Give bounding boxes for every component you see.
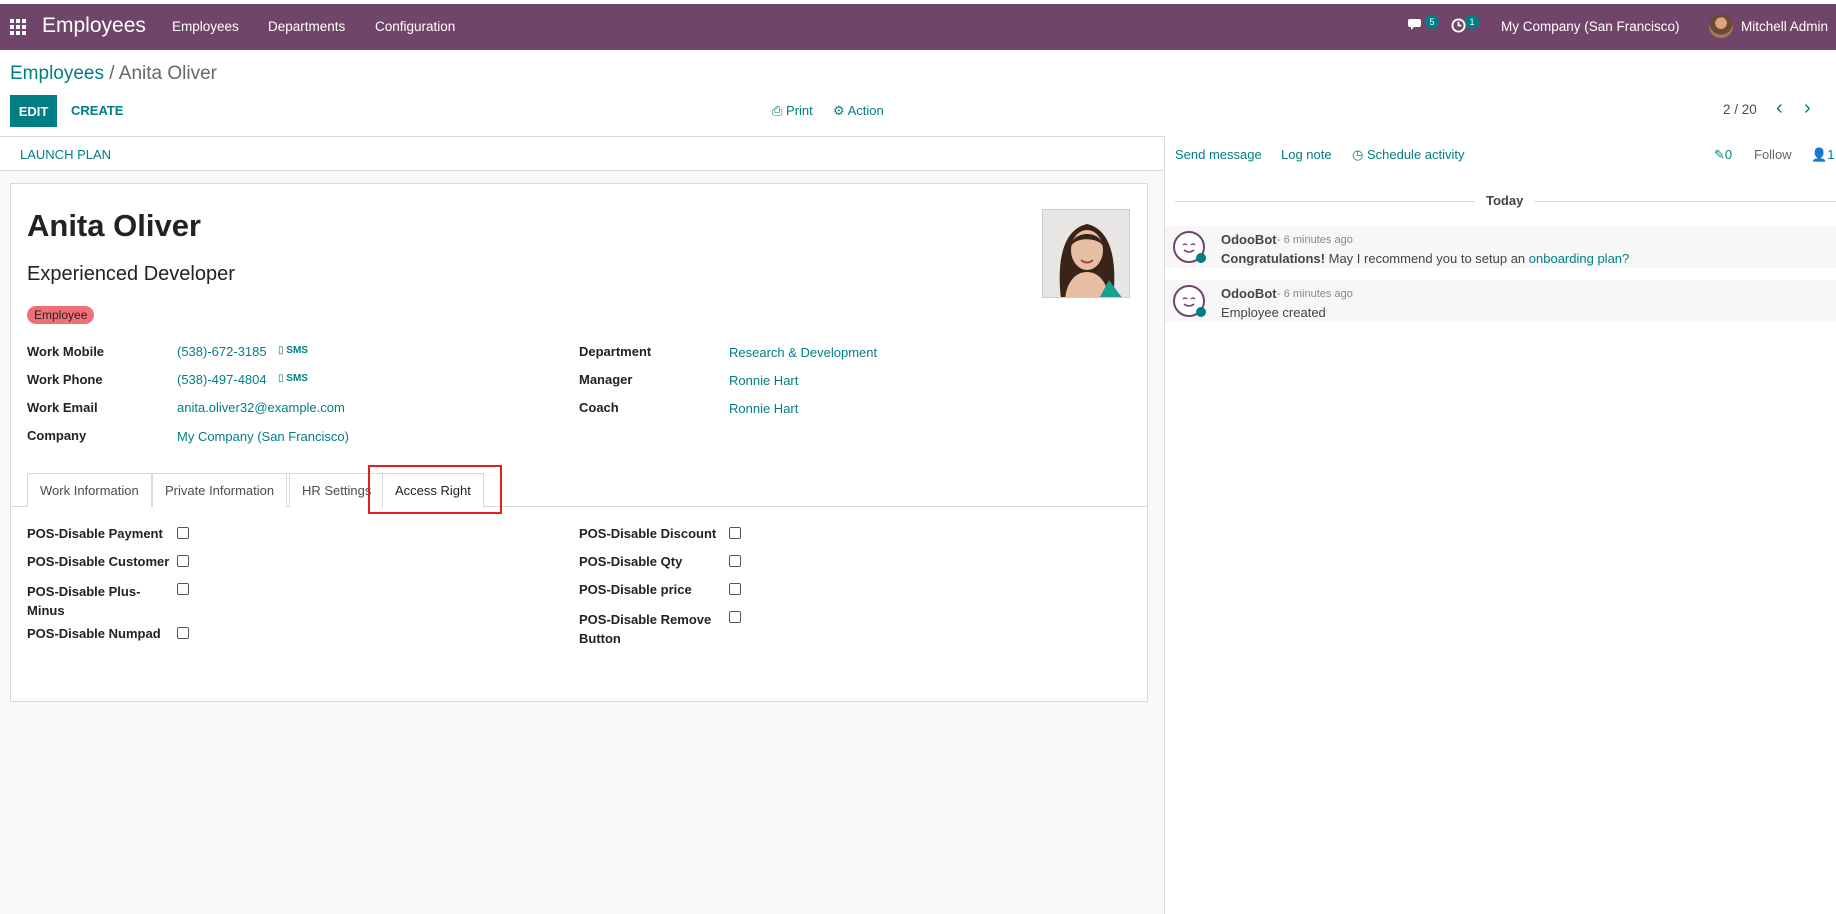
pos-disable-payment-checkbox[interactable] [177, 527, 189, 539]
pos-disable-numpad-checkbox[interactable] [177, 627, 189, 639]
sms-label: SMS [286, 373, 308, 384]
work-phone-value[interactable]: (538)-497-4804 [177, 372, 267, 387]
day-separator-label: Today [1486, 193, 1524, 208]
pos-disable-qty-checkbox[interactable] [729, 555, 741, 567]
gear-icon: ⚙ [833, 103, 845, 118]
user-avatar[interactable] [1709, 14, 1733, 38]
company-label: Company [27, 428, 87, 443]
heart-icon [1196, 253, 1206, 263]
coach-label: Coach [579, 400, 619, 415]
employee-tag: Employee [27, 306, 95, 324]
app-brand[interactable]: Employees [42, 14, 146, 38]
message-body: Congratulations! May I recommend you to … [1221, 251, 1629, 266]
coach-value[interactable]: Ronnie Hart [729, 401, 798, 416]
employee-photo[interactable] [1042, 209, 1130, 298]
print-button[interactable]: ⎙ Print [772, 103, 813, 119]
message-author[interactable]: OdooBot [1221, 286, 1277, 301]
pos-disable-payment-label: POS-Disable Payment [27, 526, 163, 541]
print-icon: ⎙ [772, 103, 783, 118]
pos-disable-remove-button-checkbox[interactable] [729, 611, 741, 623]
pos-disable-price-checkbox[interactable] [729, 583, 741, 595]
message-text: May I recommend you to setup an [1325, 251, 1529, 266]
activity-badge: 1 [1465, 15, 1479, 29]
statusbar [0, 137, 1165, 171]
work-phone-label: Work Phone [27, 372, 103, 387]
breadcrumb-parent[interactable]: Employees [10, 63, 104, 84]
attachments-count: 0 [1724, 147, 1733, 162]
pos-disable-remove-button-label: POS-Disable Remove Button [579, 612, 712, 646]
pos-disable-qty-label: POS-Disable Qty [579, 554, 683, 569]
edit-button[interactable]: EDIT [10, 95, 57, 127]
breadcrumb-current: Anita Oliver [118, 63, 217, 84]
message-time: - 6 minutes ago [1277, 234, 1353, 246]
pager-previous-icon[interactable]: ‹ [1776, 97, 1783, 120]
launch-plan-button[interactable]: LAUNCH PLAN [20, 147, 111, 162]
job-title: Experienced Developer [27, 263, 235, 285]
pos-disable-discount-label: POS-Disable Discount [579, 526, 717, 541]
pager-value[interactable]: 2 / 20 [1723, 102, 1757, 117]
followers-count: 1 [1827, 147, 1835, 162]
apps-grid-icon[interactable] [10, 19, 26, 35]
paperclip-icon: ✎ [1714, 147, 1725, 162]
activity-clock-icon[interactable]: 1 [1451, 15, 1479, 36]
message-author[interactable]: OdooBot [1221, 232, 1277, 247]
day-separator-right [1534, 201, 1836, 202]
message-time: - 6 minutes ago [1277, 288, 1353, 300]
message-body: Employee created [1221, 305, 1326, 320]
breadcrumb: Employees / Anita Oliver [10, 63, 217, 84]
company-switcher[interactable]: My Company (San Francisco) [1501, 19, 1680, 34]
sms-label: SMS [286, 345, 308, 356]
pager-next-icon[interactable]: › [1804, 97, 1811, 120]
heart-icon [1196, 307, 1206, 317]
log-note-button[interactable]: Log note [1281, 147, 1332, 162]
manager-label: Manager [579, 372, 633, 387]
pos-disable-customer-checkbox[interactable] [177, 555, 189, 567]
tab-private-information[interactable]: Private Information [152, 473, 288, 507]
action-button[interactable]: ⚙ Action [833, 103, 884, 119]
action-label: Action [847, 103, 884, 118]
messages-icon[interactable]: 5 [1408, 15, 1439, 35]
pos-disable-customer-label: POS-Disable Customer [27, 554, 170, 569]
day-separator-left [1175, 201, 1475, 202]
clock-icon: ◷ [1352, 147, 1364, 162]
attachments-button[interactable]: ✎0 [1714, 147, 1732, 163]
mobile-icon: ▯ [278, 345, 284, 356]
work-mobile-label: Work Mobile [27, 344, 105, 359]
messages-badge: 5 [1425, 15, 1439, 29]
work-email-value[interactable]: anita.oliver32@example.com [177, 400, 345, 415]
work-mobile-sms-button[interactable]: ▯ SMS [278, 345, 308, 356]
pos-disable-plus-minus-label: POS-Disable Plus- Minus [27, 584, 141, 618]
pos-disable-numpad-label: POS-Disable Numpad [27, 626, 161, 641]
menu-departments[interactable]: Departments [268, 19, 345, 34]
work-mobile-value[interactable]: (538)-672-3185 [177, 344, 267, 359]
tab-work-information[interactable]: Work Information [27, 473, 152, 507]
schedule-activity-label: Schedule activity [1366, 147, 1465, 162]
mobile-icon: ▯ [278, 373, 284, 384]
top-navbar: Employees Employees Departments Configur… [0, 4, 1836, 50]
user-menu[interactable]: Mitchell Admin [1741, 19, 1828, 34]
manager-value[interactable]: Ronnie Hart [729, 373, 798, 388]
message-strong: Congratulations! [1221, 251, 1325, 266]
follow-button[interactable]: Follow [1754, 147, 1792, 162]
department-label: Department [579, 344, 652, 359]
pos-disable-plus-minus-checkbox[interactable] [177, 583, 189, 595]
print-label: Print [786, 103, 813, 118]
employee-name: Anita Oliver [27, 208, 201, 243]
work-email-label: Work Email [27, 400, 98, 415]
onboarding-plan-link[interactable]: onboarding plan? [1529, 251, 1629, 266]
create-button[interactable]: CREATE [71, 103, 123, 118]
pos-disable-price-label: POS-Disable price [579, 582, 692, 597]
user-icon: 👤 [1811, 147, 1828, 162]
department-value[interactable]: Research & Development [729, 345, 877, 360]
work-phone-sms-button[interactable]: ▯ SMS [278, 373, 308, 384]
menu-configuration[interactable]: Configuration [375, 19, 455, 34]
followers-button[interactable]: 👤1 [1811, 147, 1834, 163]
schedule-activity-button[interactable]: ◷ Schedule activity [1352, 147, 1465, 163]
menu-employees[interactable]: Employees [172, 19, 239, 34]
pos-disable-discount-checkbox[interactable] [729, 527, 741, 539]
highlight-box [368, 465, 502, 514]
company-value[interactable]: My Company (San Francisco) [177, 429, 349, 444]
send-message-button[interactable]: Send message [1175, 147, 1262, 162]
